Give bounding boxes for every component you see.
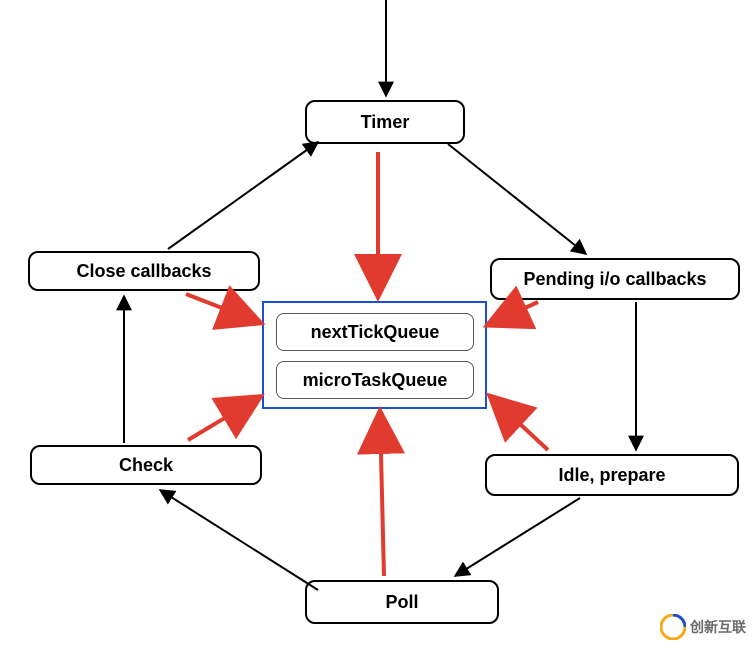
label-check: Check bbox=[119, 455, 173, 476]
watermark-text: 创新互联 bbox=[690, 617, 746, 637]
node-poll: Poll bbox=[305, 580, 499, 624]
center-queue-box: nextTickQueue microTaskQueue bbox=[262, 301, 487, 409]
node-next-tick-queue: nextTickQueue bbox=[276, 313, 474, 351]
arrow-timer-to-pending bbox=[448, 144, 586, 254]
arrow-close-to-timer bbox=[168, 142, 318, 249]
node-idle-prepare: Idle, prepare bbox=[485, 454, 739, 496]
watermark: 创新互联 bbox=[660, 614, 746, 640]
node-close-callbacks: Close callbacks bbox=[28, 251, 260, 291]
arrow-poll-to-check bbox=[160, 490, 318, 590]
red-poll-to-center bbox=[380, 414, 384, 576]
label-pending-io: Pending i/o callbacks bbox=[523, 269, 706, 290]
label-timer: Timer bbox=[361, 112, 410, 133]
red-close-to-center bbox=[186, 294, 258, 322]
label-idle-prepare: Idle, prepare bbox=[558, 465, 665, 486]
node-check: Check bbox=[30, 445, 262, 485]
watermark-logo-icon bbox=[660, 614, 686, 640]
label-micro-task: microTaskQueue bbox=[303, 370, 448, 391]
red-check-to-center bbox=[188, 398, 258, 440]
red-idle-to-center bbox=[492, 398, 548, 450]
arrow-idle-to-poll bbox=[455, 498, 580, 576]
node-timer: Timer bbox=[305, 100, 465, 144]
label-close-callbacks: Close callbacks bbox=[76, 261, 211, 282]
label-poll: Poll bbox=[385, 592, 418, 613]
node-micro-task-queue: microTaskQueue bbox=[276, 361, 474, 399]
node-pending-io: Pending i/o callbacks bbox=[490, 258, 740, 300]
red-pending-to-center bbox=[490, 302, 538, 324]
label-next-tick: nextTickQueue bbox=[311, 322, 440, 343]
